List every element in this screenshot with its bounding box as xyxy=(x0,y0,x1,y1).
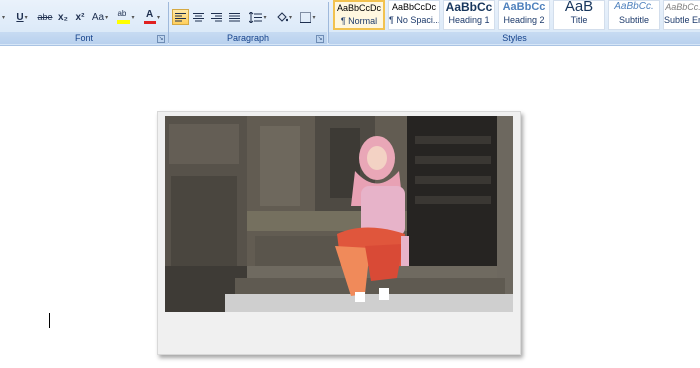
bold-dropdown-tail[interactable]: ▾ xyxy=(0,9,6,25)
superscript-label: x² xyxy=(75,11,85,23)
align-right-icon xyxy=(211,13,222,22)
underline-button[interactable]: U ▾ xyxy=(9,9,35,25)
paragraph-dialog-launcher-icon[interactable]: ↘ xyxy=(316,35,324,43)
superscript-button[interactable]: x² xyxy=(72,9,88,25)
style-preview: AaBbCc. xyxy=(614,1,654,12)
style-name: Heading 2 xyxy=(503,15,545,25)
change-case-button[interactable]: Aa ▾ xyxy=(89,9,111,25)
styles-group: AaBbCcDc ¶ Normal AaBbCcDc ¶ No Spaci...… xyxy=(329,0,700,45)
subscript-label: x₂ xyxy=(57,11,68,23)
highlight-label: ab xyxy=(117,9,127,18)
style-name: Title xyxy=(570,15,588,25)
align-right-button[interactable] xyxy=(208,9,225,25)
text-cursor xyxy=(49,313,50,328)
style-title[interactable]: AaB Title xyxy=(553,0,605,30)
change-case-label: Aa xyxy=(91,11,105,23)
style-subtle-emphasis[interactable]: AaBbCc. Subtle Em... xyxy=(663,0,700,30)
style-preview: AaBbCc xyxy=(445,1,493,14)
ribbon: ▾ U ▾ abe x₂ x² Aa ▾ ab ▾ A ▾ Font ↘ ▾ ▾… xyxy=(0,0,700,46)
style-subtitle[interactable]: AaBbCc. Subtitle xyxy=(608,0,660,30)
justify-button[interactable] xyxy=(226,9,243,25)
strikethrough-button[interactable]: abe xyxy=(36,9,54,25)
font-group: ▾ U ▾ abe x₂ x² Aa ▾ ab ▾ A ▾ Font ↘ xyxy=(0,0,168,45)
style-preview: AaBbCc. xyxy=(665,2,700,12)
style-preview: AaB xyxy=(564,1,594,15)
style-no-spacing[interactable]: AaBbCcDc ¶ No Spaci... xyxy=(388,0,440,30)
align-center-icon xyxy=(193,13,204,22)
font-group-label: Font xyxy=(0,32,168,44)
paragraph-group-label: Paragraph xyxy=(169,32,327,44)
style-preview: AaBbCcDc xyxy=(336,3,381,13)
shading-button[interactable]: ▾ xyxy=(273,9,295,25)
strikethrough-label: abe xyxy=(37,12,53,22)
inserted-photo[interactable] xyxy=(165,116,513,312)
style-name: ¶ No Spaci... xyxy=(389,15,439,25)
underline-label: U xyxy=(16,11,24,23)
style-preview: AaBbCcDc xyxy=(391,2,436,12)
borders-button[interactable]: ▾ xyxy=(297,9,319,25)
paint-bucket-icon xyxy=(277,12,288,22)
align-left-button[interactable] xyxy=(172,9,189,25)
paragraph-group: ▾ ▾ ▾ Paragraph ↘ xyxy=(169,0,327,45)
borders-icon xyxy=(300,11,312,23)
subscript-button[interactable]: x₂ xyxy=(55,9,71,25)
font-dialog-launcher-icon[interactable]: ↘ xyxy=(157,35,165,43)
inserted-picture-frame[interactable] xyxy=(157,111,521,355)
style-normal[interactable]: AaBbCcDc ¶ Normal xyxy=(333,0,385,30)
align-center-button[interactable] xyxy=(190,9,207,25)
style-name: Subtle Em... xyxy=(664,15,700,25)
font-color-icon: A xyxy=(143,9,156,24)
align-left-icon xyxy=(175,13,186,22)
justify-icon xyxy=(229,13,240,22)
highlight-icon: ab xyxy=(117,9,131,24)
line-spacing-button[interactable]: ▾ xyxy=(247,9,269,25)
style-name: Subtitle xyxy=(618,15,650,25)
styles-group-label: Styles xyxy=(329,32,700,44)
font-color-button[interactable]: A ▾ xyxy=(140,9,164,25)
photo-woman-in-hijab-on-temple-steps xyxy=(165,116,513,312)
style-heading-2[interactable]: AaBbCc Heading 2 xyxy=(498,0,550,30)
style-name: ¶ Normal xyxy=(340,16,378,26)
style-name: Heading 1 xyxy=(448,15,490,25)
font-color-label: A xyxy=(145,9,154,20)
style-preview: AaBbCc xyxy=(502,1,546,13)
line-spacing-icon xyxy=(249,11,263,23)
highlight-button[interactable]: ab ▾ xyxy=(114,9,138,25)
style-heading-1[interactable]: AaBbCc Heading 1 xyxy=(443,0,495,30)
